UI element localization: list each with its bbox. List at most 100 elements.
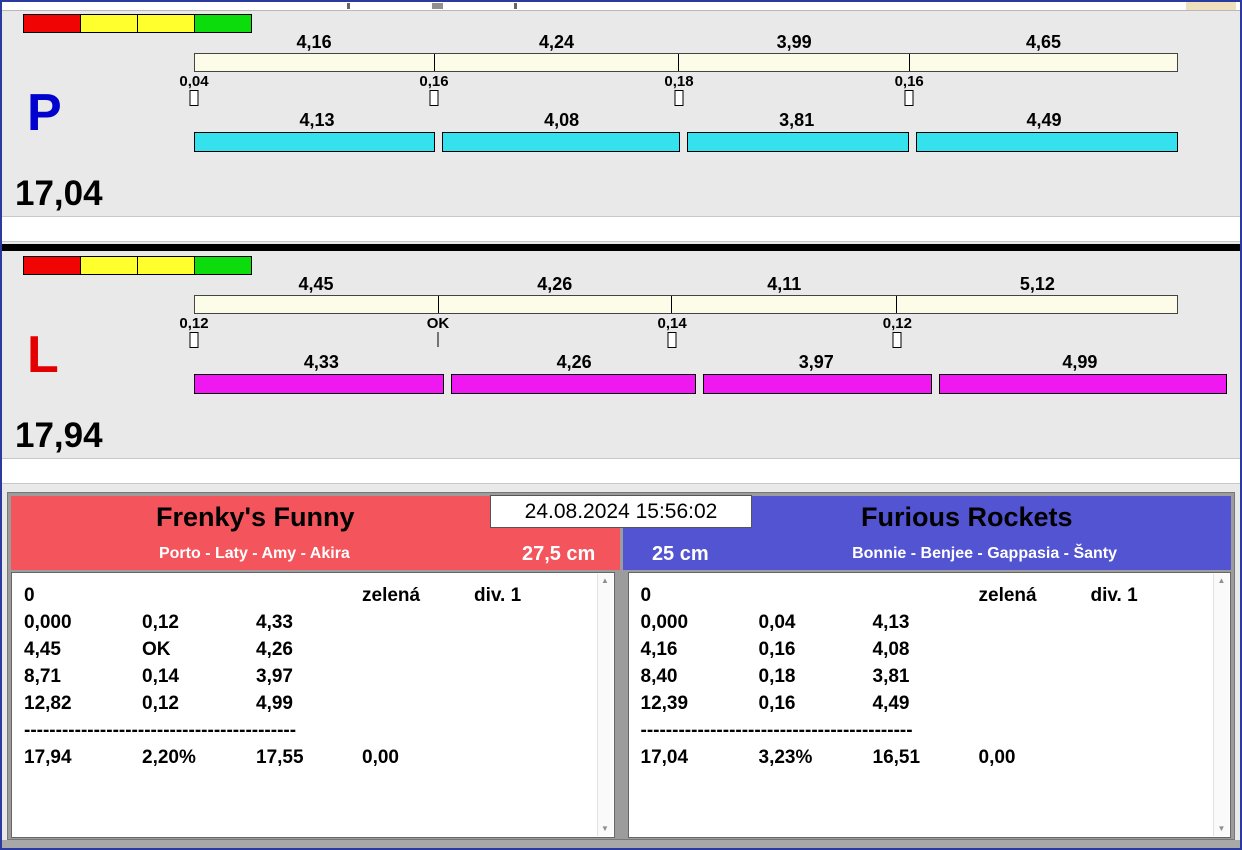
gross-split-value: 4,24	[539, 32, 575, 52]
light-yellow-icon	[138, 257, 195, 274]
result-row: 0,000 0,04 4,13	[641, 609, 1207, 636]
net-bar-segment	[703, 374, 933, 394]
fault-value: 0,16	[419, 73, 449, 90]
result-cell: 0,000	[24, 612, 72, 633]
lane-bars: 4,16 4,24 3,99 4,65 0,04 0,16 0,18 0,16	[179, 32, 1235, 152]
result-cell: 3,97	[256, 666, 293, 687]
fault-value: 0,04	[179, 73, 209, 90]
result-cell: OK	[142, 639, 171, 660]
result-cell: 0,16	[758, 639, 796, 660]
result-cell: 8,71	[24, 666, 61, 687]
result-info-row: 0 zelená div. 1	[641, 582, 1207, 609]
sensor-mark-icon	[189, 90, 199, 106]
result-cell: 0,14	[142, 666, 179, 687]
team-subheader: 25 cm Bonnie - Benjee - Gappasia - Šanty	[623, 538, 1232, 570]
net-split-value: 3,97	[798, 352, 834, 372]
net-bar-segment	[441, 132, 680, 152]
sensor-mark-ok-icon	[437, 332, 439, 347]
gross-split-value: 4,65	[1025, 32, 1062, 52]
background-window-artifact	[347, 3, 350, 9]
result-cell: 0,12	[142, 612, 179, 633]
gross-split-value: 4,26	[537, 274, 573, 294]
gross-bar-segment	[679, 54, 910, 71]
lane-letter: P	[27, 84, 62, 142]
net-bar-segment	[916, 132, 1178, 152]
net-split-value: 4,99	[1062, 352, 1098, 372]
scroll-up-icon[interactable]: ▲	[601, 577, 609, 585]
dog-names: Porto - Laty - Amy - Akira	[158, 545, 350, 562]
result-cell: 8,40	[640, 666, 678, 687]
result-summary-row: 17,94 2,20% 17,55 0,00	[24, 744, 590, 771]
net-split-value: 4,08	[544, 110, 580, 130]
light-yellow-icon	[81, 257, 138, 274]
results-area: Frenky's Funny Porto - Laty - Amy - Akir…	[7, 492, 1235, 840]
net-split-value: 4,26	[556, 352, 592, 372]
window-top-strip	[2, 2, 1240, 11]
net-time-bar	[194, 132, 1178, 152]
result-cell: 0,16	[758, 693, 796, 714]
summary-fault-percent: 2,20%	[142, 747, 196, 768]
gross-split-value: 4,16	[296, 32, 332, 52]
light-green-icon	[195, 15, 251, 32]
result-cell: 4,45	[24, 639, 61, 660]
start-lights	[23, 14, 252, 33]
result-cell: 0,18	[758, 666, 796, 687]
light-red-icon	[24, 257, 81, 274]
gross-bar-segment	[195, 296, 439, 313]
result-cell: 4,26	[256, 639, 293, 660]
net-split-value: 4,33	[303, 352, 339, 372]
fault-value: OK	[426, 315, 450, 332]
result-cell: 0	[640, 585, 652, 606]
summary-fault-percent: 3,23%	[758, 747, 813, 768]
gross-bar-segment	[672, 296, 898, 313]
result-panels: 0 zelená div. 1 0,000 0,12 4,33 4,45 OK …	[11, 572, 1231, 838]
lane-l-section: L 4,45 4,26 4,11 5,12 0,12 OK 0,14 0,12	[2, 253, 1240, 484]
fault-value: 0,16	[894, 73, 924, 90]
net-split-value: 3,81	[779, 110, 815, 130]
summary-total: 17,04	[640, 747, 689, 768]
result-cell: zelená	[978, 585, 1037, 606]
sensor-mark-icon	[189, 332, 199, 348]
gross-bar-segment	[435, 54, 680, 71]
sensor-mark-icon	[674, 90, 684, 106]
result-cell: 4,16	[640, 639, 678, 660]
lane-p-section: P 4,16 4,24 3,99 4,65 0,04 0,16 0,18 0,1…	[2, 11, 1240, 242]
result-cell: 12,39	[640, 693, 689, 714]
fault-value: 0,12	[179, 315, 209, 332]
fault-value: 0,14	[657, 315, 687, 332]
result-row: 8,40 0,18 3,81	[641, 663, 1207, 690]
gross-split-value: 3,99	[776, 32, 812, 52]
result-cell: div. 1	[1090, 585, 1138, 606]
gross-bar-segment	[897, 296, 1176, 313]
gross-split-value: 4,11	[767, 274, 802, 294]
scrollbar[interactable]: ▲ ▼	[1213, 574, 1229, 836]
scroll-down-icon[interactable]: ▼	[1218, 825, 1226, 833]
start-lights	[23, 256, 252, 275]
result-cell: 12,82	[24, 693, 72, 714]
scrollbar[interactable]: ▲ ▼	[596, 574, 613, 836]
net-bar-segment	[939, 374, 1227, 394]
fault-values-row: 0,04 0,16 0,18 0,16	[179, 73, 1178, 90]
result-row: 4,45 OK 4,26	[24, 636, 590, 663]
net-bar-segment	[194, 374, 444, 394]
scroll-down-icon[interactable]: ▼	[601, 825, 609, 833]
lane-letter: L	[27, 326, 59, 384]
net-bar-segment	[686, 132, 910, 152]
result-cell: 4,99	[256, 693, 293, 714]
result-row: 12,82 0,12 4,99	[24, 690, 590, 717]
sensor-marks-row	[189, 90, 1178, 110]
summary-total: 17,94	[24, 747, 72, 768]
net-bar-segment	[194, 132, 435, 152]
result-separator: ----------------------------------------…	[640, 720, 913, 741]
background-window-fragment	[1186, 2, 1236, 10]
net-split-labels: 4,13 4,08 3,81 4,49	[194, 110, 1178, 131]
scroll-up-icon[interactable]: ▲	[1218, 577, 1226, 585]
result-info-row: 0 zelená div. 1	[24, 582, 590, 609]
sensor-marks-row	[189, 332, 1178, 352]
lane-bars: 4,45 4,26 4,11 5,12 0,12 OK 0,14 0,12 4,…	[179, 274, 1235, 394]
gross-bar-segment	[910, 54, 1177, 71]
fault-value: 0,18	[664, 73, 694, 90]
dog-names: Bonnie - Benjee - Gappasia - Šanty	[852, 545, 1118, 562]
result-cell: 0,12	[142, 693, 179, 714]
team-headers: Frenky's Funny Porto - Laty - Amy - Akir…	[11, 495, 1232, 570]
